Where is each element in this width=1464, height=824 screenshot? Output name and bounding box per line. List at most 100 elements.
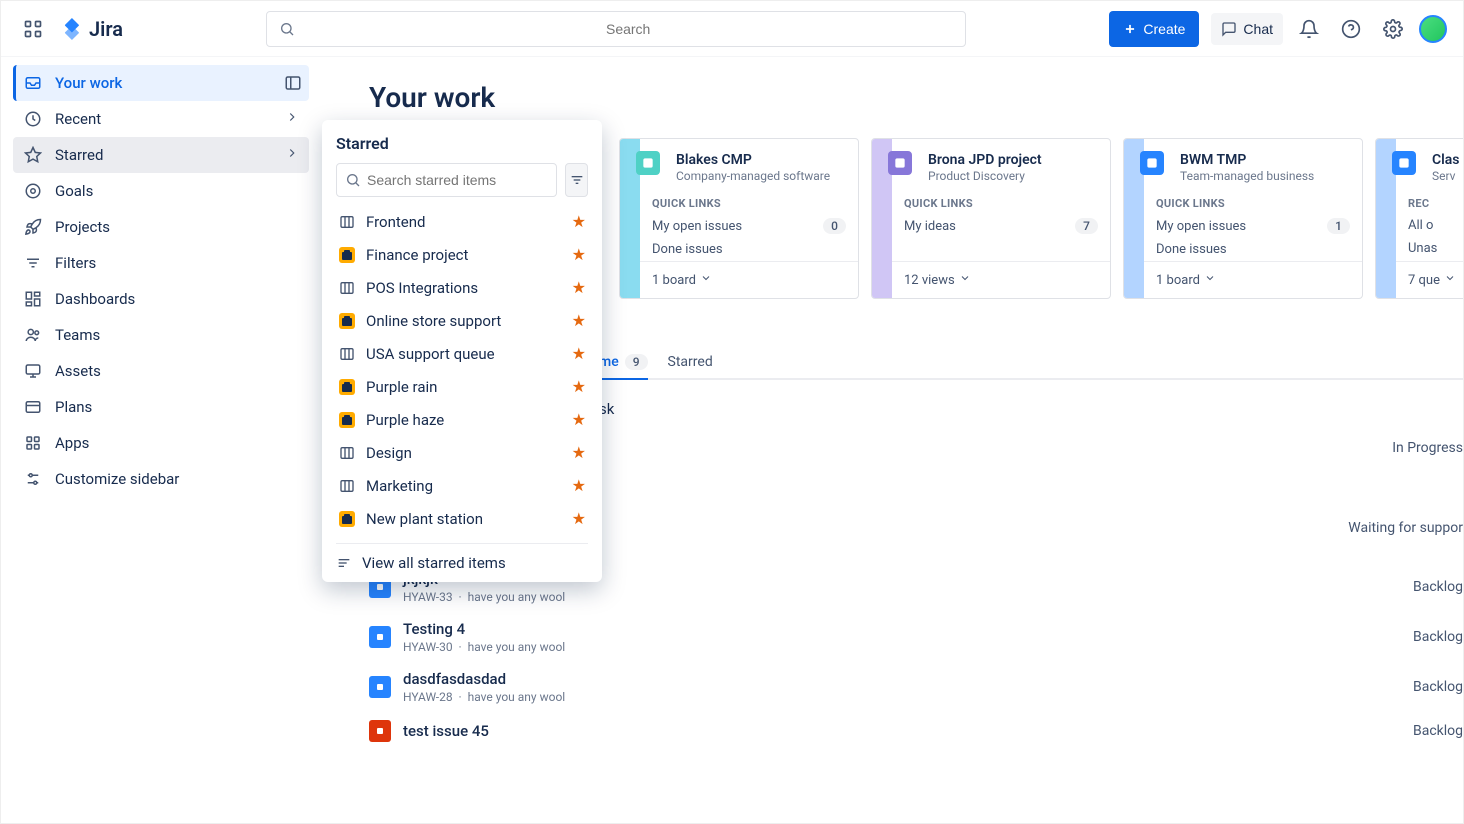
- view-all-starred-link[interactable]: View all starred items: [336, 543, 588, 572]
- tab-starred[interactable]: Starred: [668, 346, 713, 378]
- filter-icon: [569, 172, 585, 188]
- bell-icon: [1299, 19, 1319, 39]
- card-footer[interactable]: 12 views: [892, 261, 1110, 298]
- star-filled-icon[interactable]: ★: [572, 344, 586, 363]
- quick-link[interactable]: All o: [1396, 214, 1463, 237]
- star-filled-icon[interactable]: ★: [572, 410, 586, 429]
- chat-button[interactable]: Chat: [1211, 13, 1283, 45]
- project-icon: [636, 151, 660, 175]
- card-title: Clas: [1432, 151, 1460, 169]
- star-filled-icon[interactable]: ★: [572, 443, 586, 462]
- starred-item-finance-project[interactable]: Finance project★: [336, 238, 588, 271]
- issue-row[interactable]: test issue 45 Backlog: [369, 712, 1463, 750]
- sidebar: Your work Recent StarredGoalsProjectsFilte…: [1, 57, 321, 823]
- starred-search-input[interactable]: [367, 172, 548, 188]
- collapse-sidebar-icon[interactable]: [281, 71, 305, 95]
- sidebar-item-filters[interactable]: Filters: [13, 245, 309, 281]
- issue-title: Testing 4: [403, 620, 1463, 638]
- sidebar-item-label: Recent: [55, 110, 101, 128]
- star-filled-icon[interactable]: ★: [572, 212, 586, 231]
- quick-links-header: QUICK LINKS: [640, 191, 858, 214]
- issue-row[interactable]: dasdfasdasdad HYAW-28 · have you any woo…: [369, 662, 1463, 712]
- sidebar-item-apps[interactable]: Apps: [13, 425, 309, 461]
- project-card[interactable]: Blakes CMP Company-managed software QUIC…: [619, 138, 859, 299]
- user-avatar[interactable]: [1419, 15, 1447, 43]
- sidebar-item-label: Dashboards: [55, 290, 135, 308]
- issue-row[interactable]: Testing 4 HYAW-30 · have you any wool Ba…: [369, 612, 1463, 662]
- project-icon: [338, 378, 356, 396]
- target-icon: [23, 181, 43, 201]
- create-button[interactable]: Create: [1109, 11, 1199, 47]
- issue-type-icon: [369, 676, 391, 698]
- global-search[interactable]: [266, 11, 966, 47]
- settings-button[interactable]: [1377, 13, 1409, 45]
- sidebar-item-label: Customize sidebar: [55, 470, 179, 488]
- sidebar-item-starred[interactable]: Starred: [13, 137, 309, 173]
- card-footer[interactable]: 7 que: [1396, 261, 1463, 298]
- sidebar-item-teams[interactable]: Teams: [13, 317, 309, 353]
- status-in-progress: In Progress: [1392, 440, 1463, 456]
- star-filled-icon[interactable]: ★: [572, 278, 586, 297]
- global-search-input[interactable]: [303, 21, 953, 37]
- star-filled-icon[interactable]: ★: [572, 245, 586, 264]
- quick-links-header: REC: [1396, 191, 1463, 214]
- starred-item-purple-haze[interactable]: Purple haze★: [336, 403, 588, 436]
- tab-me[interactable]: me9: [599, 346, 648, 380]
- star-filled-icon[interactable]: ★: [572, 311, 586, 330]
- quick-link[interactable]: Done issues: [1144, 238, 1362, 261]
- starred-search[interactable]: [336, 163, 557, 197]
- sidebar-item-goals[interactable]: Goals: [13, 173, 309, 209]
- sidebar-item-projects[interactable]: Projects: [13, 209, 309, 245]
- status-waiting: Waiting for suppor: [1348, 520, 1463, 536]
- star-filled-icon[interactable]: ★: [572, 509, 586, 528]
- quick-link[interactable]: My open issues1: [1144, 214, 1362, 238]
- popover-filter-button[interactable]: [565, 163, 588, 197]
- board-icon: [338, 477, 356, 495]
- sidebar-item-recent[interactable]: Recent: [13, 101, 309, 137]
- quick-link[interactable]: Done issues: [640, 238, 858, 261]
- card-footer[interactable]: 1 board: [640, 261, 858, 298]
- plans-icon: [23, 397, 43, 417]
- starred-item-usa-support-queue[interactable]: USA support queue★: [336, 337, 588, 370]
- starred-item-online-store-support[interactable]: Online store support★: [336, 304, 588, 337]
- app-switcher-icon[interactable]: [17, 13, 49, 45]
- card-footer[interactable]: 1 board: [1144, 261, 1362, 298]
- card-title: Blakes CMP: [676, 151, 830, 169]
- issue-type-icon: [369, 626, 391, 648]
- board-icon: [338, 213, 356, 231]
- project-card[interactable]: BWM TMP Team-managed business QUICK LINK…: [1123, 138, 1363, 299]
- star-filled-icon[interactable]: ★: [572, 377, 586, 396]
- star-filled-icon[interactable]: ★: [572, 476, 586, 495]
- project-card[interactable]: Clas Serv REC All oUnas 7 que: [1375, 138, 1463, 299]
- sidebar-item-dashboards[interactable]: Dashboards: [13, 281, 309, 317]
- starred-item-design[interactable]: Design★: [336, 436, 588, 469]
- sidebar-item-your-work[interactable]: Your work: [13, 65, 309, 101]
- starred-item-purple-rain[interactable]: Purple rain★: [336, 370, 588, 403]
- starred-item-frontend[interactable]: Frontend★: [336, 205, 588, 238]
- project-card[interactable]: Brona JPD project Product Discovery QUIC…: [871, 138, 1111, 299]
- quick-link[interactable]: Unas: [1396, 237, 1463, 260]
- quick-links-header: QUICK LINKS: [1144, 191, 1362, 214]
- sidebar-item-plans[interactable]: Plans: [13, 389, 309, 425]
- starred-item-pos-integrations[interactable]: POS Integrations★: [336, 271, 588, 304]
- project-icon: [1392, 151, 1416, 175]
- count-badge: 7: [1075, 218, 1098, 234]
- starred-item-marketing[interactable]: Marketing ★: [336, 469, 588, 502]
- tab-label: Starred: [668, 354, 713, 370]
- quick-link[interactable]: My ideas7: [892, 214, 1110, 238]
- sidebar-item-assets[interactable]: Assets: [13, 353, 309, 389]
- help-button[interactable]: [1335, 13, 1367, 45]
- starred-item-label: Marketing: [366, 477, 433, 495]
- notifications-button[interactable]: [1293, 13, 1325, 45]
- count-badge: 1: [1327, 218, 1350, 234]
- customize-icon: [23, 469, 43, 489]
- teams-icon: [23, 325, 43, 345]
- issue-title: test issue 45: [403, 722, 1463, 740]
- topbar: Jira Create Chat: [1, 1, 1463, 57]
- starred-item-new-plant-station[interactable]: New plant station★: [336, 502, 588, 535]
- sidebar-item-customize-sidebar[interactable]: Customize sidebar: [13, 461, 309, 497]
- project-icon: [888, 151, 912, 175]
- quick-link[interactable]: My open issues0: [640, 214, 858, 238]
- jira-logo[interactable]: Jira: [61, 17, 123, 41]
- sidebar-item-label: Apps: [55, 434, 89, 452]
